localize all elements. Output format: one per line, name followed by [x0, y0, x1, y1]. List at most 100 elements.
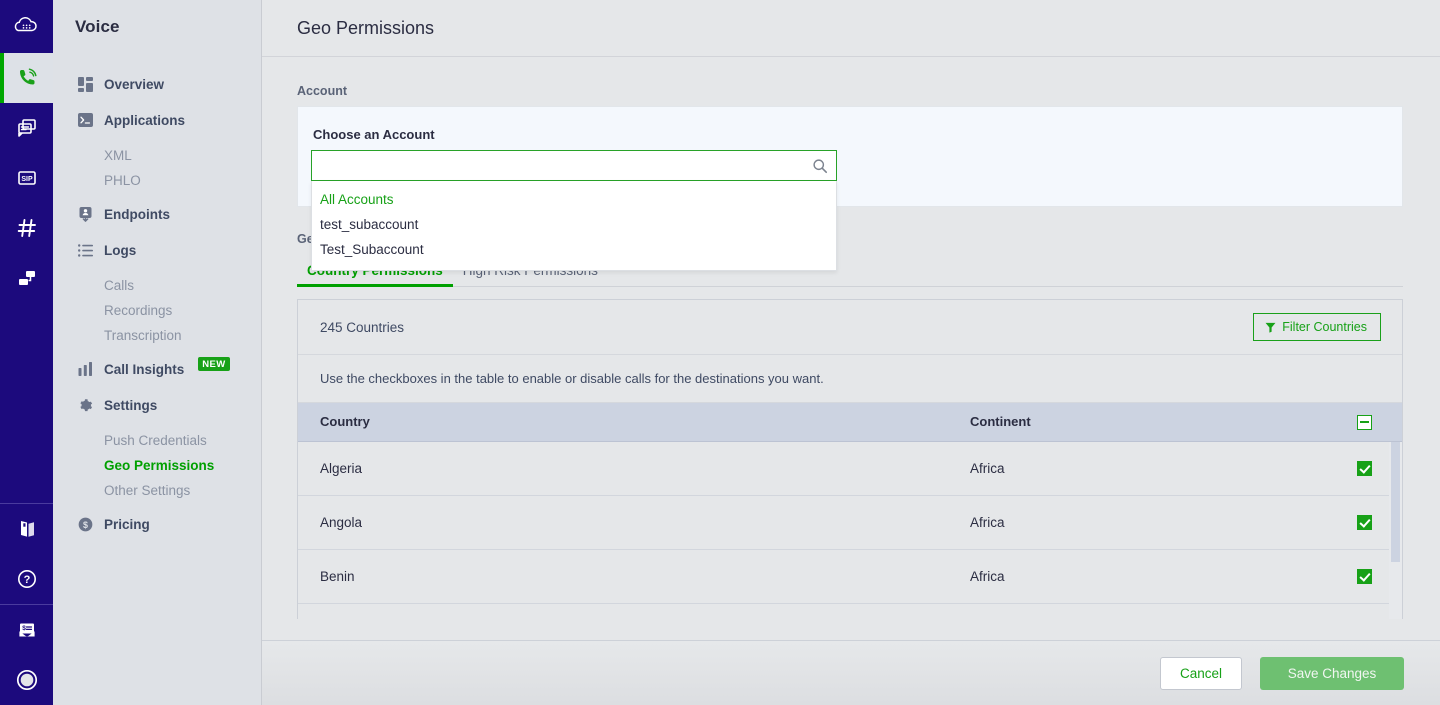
- account-avatar-icon: [14, 667, 40, 693]
- countries-card: 245 Countries Filter Countries Use the c…: [297, 299, 1403, 619]
- account-combobox: All Accounts test_subaccount Test_Subacc…: [311, 150, 837, 271]
- choose-account-label: Choose an Account: [298, 107, 1402, 142]
- plivo-cloud-logo-icon[interactable]: [0, 0, 53, 53]
- phone-numbers-hash-icon: [15, 216, 39, 240]
- page-title: Geo Permissions: [297, 18, 434, 39]
- bar-chart-icon: [77, 361, 93, 377]
- main-content: Geo Permissions Account Choose an Accoun…: [262, 0, 1440, 705]
- voice-phone-icon: [15, 66, 39, 90]
- sidebar-item-label: Logs: [104, 243, 136, 258]
- countries-table-body: Algeria Africa Angola Africa: [298, 441, 1402, 603]
- funnel-icon: [1265, 322, 1276, 333]
- sip-trunk-icon: SIP: [15, 166, 39, 190]
- page-header: Geo Permissions: [262, 0, 1440, 57]
- account-search-wrapper[interactable]: [311, 150, 837, 181]
- save-changes-button[interactable]: Save Changes: [1260, 657, 1404, 690]
- product-icon-rail: SIP: [0, 0, 53, 705]
- docs-book-icon: [15, 517, 39, 541]
- cell-continent: Africa: [948, 495, 1328, 549]
- billing-invoice-icon: $: [15, 618, 39, 642]
- column-header-country[interactable]: Country: [298, 403, 948, 441]
- column-header-select-all: [1328, 403, 1402, 441]
- sidebar-title: Voice: [53, 0, 261, 37]
- cell-country: Benin: [298, 549, 948, 603]
- sidebar-item-overview[interactable]: Overview: [53, 71, 261, 97]
- search-icon[interactable]: [812, 158, 828, 174]
- sidebar-item-transcription[interactable]: Transcription: [53, 323, 261, 348]
- endpoint-icon: [77, 206, 93, 222]
- rail-item-account[interactable]: [0, 655, 53, 705]
- table-row: Algeria Africa: [298, 441, 1402, 495]
- rail-item-voice[interactable]: [0, 53, 53, 103]
- rail-item-phone-numbers[interactable]: [0, 203, 53, 253]
- sidebar-item-pricing[interactable]: $ Pricing: [53, 511, 261, 537]
- account-search-input[interactable]: [322, 158, 812, 173]
- dollar-coin-icon: $: [77, 516, 93, 532]
- filter-countries-label: Filter Countries: [1282, 320, 1367, 334]
- svg-text:?: ?: [23, 574, 30, 586]
- rail-item-lookup[interactable]: [0, 253, 53, 303]
- rail-item-help[interactable]: ?: [0, 554, 53, 604]
- sidebar-item-push-credentials[interactable]: Push Credentials: [53, 428, 261, 453]
- countries-count: 245 Countries: [320, 320, 404, 335]
- account-option-test-subaccount-lower[interactable]: test_subaccount: [312, 212, 836, 237]
- sidebar-item-label: Endpoints: [104, 207, 170, 222]
- sidebar-item-label: Applications: [104, 113, 185, 128]
- svg-text:$: $: [22, 625, 26, 632]
- account-options-list: All Accounts test_subaccount Test_Subacc…: [311, 181, 837, 271]
- sidebar-item-label: Pricing: [104, 517, 150, 532]
- sidebar-item-logs[interactable]: Logs: [53, 237, 261, 263]
- row-checkbox[interactable]: [1357, 461, 1372, 476]
- table-scrollbar[interactable]: [1389, 442, 1402, 619]
- sidebar-item-settings[interactable]: Settings: [53, 392, 261, 418]
- checkbox-helper-text: Use the checkboxes in the table to enabl…: [298, 355, 1402, 403]
- list-icon: [77, 242, 93, 258]
- sidebar-group-gap: [53, 503, 261, 511]
- rail-item-docs[interactable]: [0, 504, 53, 554]
- dashboard-grid-icon: [77, 76, 93, 92]
- rail-item-sip-trunking[interactable]: SIP: [0, 153, 53, 203]
- rail-item-messaging[interactable]: [0, 103, 53, 153]
- terminal-icon: [77, 112, 93, 128]
- account-option-all-accounts[interactable]: All Accounts: [312, 187, 836, 212]
- sidebar-group-gap: [53, 348, 261, 356]
- sidebar-item-label: Overview: [104, 77, 164, 92]
- sidebar-item-other-settings[interactable]: Other Settings: [53, 478, 261, 503]
- countries-card-header: 245 Countries Filter Countries: [298, 300, 1402, 355]
- table-scrollbar-thumb[interactable]: [1391, 442, 1400, 562]
- table-row: Benin Africa: [298, 549, 1402, 603]
- sidebar-item-geo-permissions[interactable]: Geo Permissions: [53, 453, 261, 478]
- svg-text:SIP: SIP: [21, 176, 33, 183]
- rail-spacer: [0, 303, 53, 503]
- column-header-continent[interactable]: Continent: [948, 403, 1328, 441]
- sidebar-item-xml[interactable]: XML: [53, 143, 261, 168]
- row-checkbox[interactable]: [1357, 515, 1372, 530]
- sidebar-item-label: Settings: [104, 398, 157, 413]
- filter-countries-button[interactable]: Filter Countries: [1253, 313, 1381, 341]
- messaging-chat-icon: [15, 116, 39, 140]
- cancel-button[interactable]: Cancel: [1160, 657, 1242, 690]
- sidebar-item-call-insights[interactable]: Call Insights NEW: [53, 356, 261, 382]
- sidebar-item-recordings[interactable]: Recordings: [53, 298, 261, 323]
- countries-table-head: Country Continent: [298, 403, 1402, 441]
- lookup-network-icon: [15, 266, 39, 290]
- cell-continent: Africa: [948, 549, 1328, 603]
- rail-bottom-group: ? $: [0, 504, 53, 705]
- cell-country: Algeria: [298, 441, 948, 495]
- row-checkbox[interactable]: [1357, 569, 1372, 584]
- svg-text:$: $: [83, 519, 88, 529]
- select-all-checkbox[interactable]: [1357, 415, 1372, 430]
- cell-country: Angola: [298, 495, 948, 549]
- help-question-icon: ?: [15, 567, 39, 591]
- sidebar-item-endpoints[interactable]: Endpoints: [53, 201, 261, 227]
- cell-continent: Africa: [948, 441, 1328, 495]
- account-section-label: Account: [262, 57, 1440, 106]
- sidebar-item-calls[interactable]: Calls: [53, 273, 261, 298]
- sidebar-item-applications[interactable]: Applications: [53, 107, 261, 133]
- action-footer: Cancel Save Changes: [262, 640, 1440, 705]
- countries-table: Country Continent Algeria Africa: [298, 403, 1402, 604]
- rail-item-billing[interactable]: $: [0, 605, 53, 655]
- account-option-test-subaccount-upper[interactable]: Test_Subaccount: [312, 237, 836, 262]
- sidebar-nav-list: Overview Applications XML PHLO: [53, 71, 261, 537]
- sidebar-item-phlo[interactable]: PHLO: [53, 168, 261, 193]
